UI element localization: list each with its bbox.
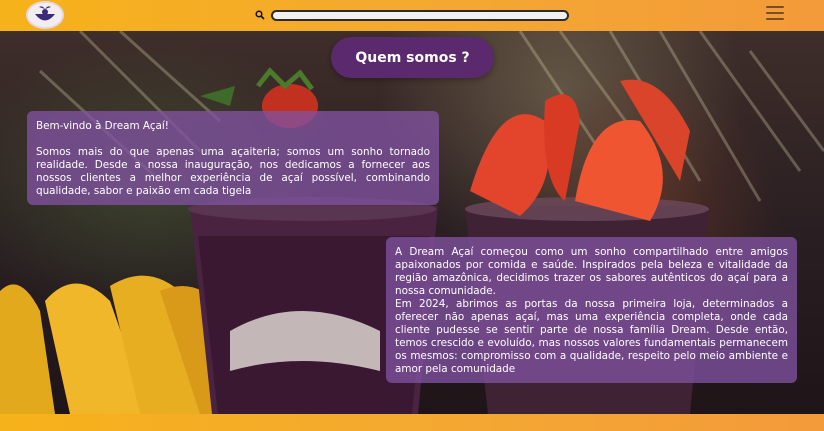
page-title: Quem somos ?	[331, 37, 494, 78]
search-icon[interactable]	[255, 10, 265, 20]
welcome-greeting: Bem-vindo à Dream Açaí!	[36, 120, 169, 132]
story-paragraph-1: A Dream Açaí começou como um sonho compa…	[395, 246, 788, 297]
story-paragraph-2: Em 2024, abrimos as portas da nossa prim…	[395, 298, 788, 375]
welcome-text: Somos mais do que apenas uma açaiteria; …	[36, 146, 430, 197]
story-card: A Dream Açaí começou como um sonho compa…	[386, 237, 797, 383]
welcome-card: Bem-vindo à Dream Açaí! Somos mais do qu…	[27, 111, 439, 205]
top-navbar	[0, 0, 824, 31]
footer-bar	[0, 414, 824, 431]
brand-logo[interactable]	[26, 1, 64, 29]
hamburger-menu-icon[interactable]	[766, 6, 784, 22]
acai-bowl-icon	[35, 6, 55, 21]
search-input[interactable]	[271, 10, 569, 21]
